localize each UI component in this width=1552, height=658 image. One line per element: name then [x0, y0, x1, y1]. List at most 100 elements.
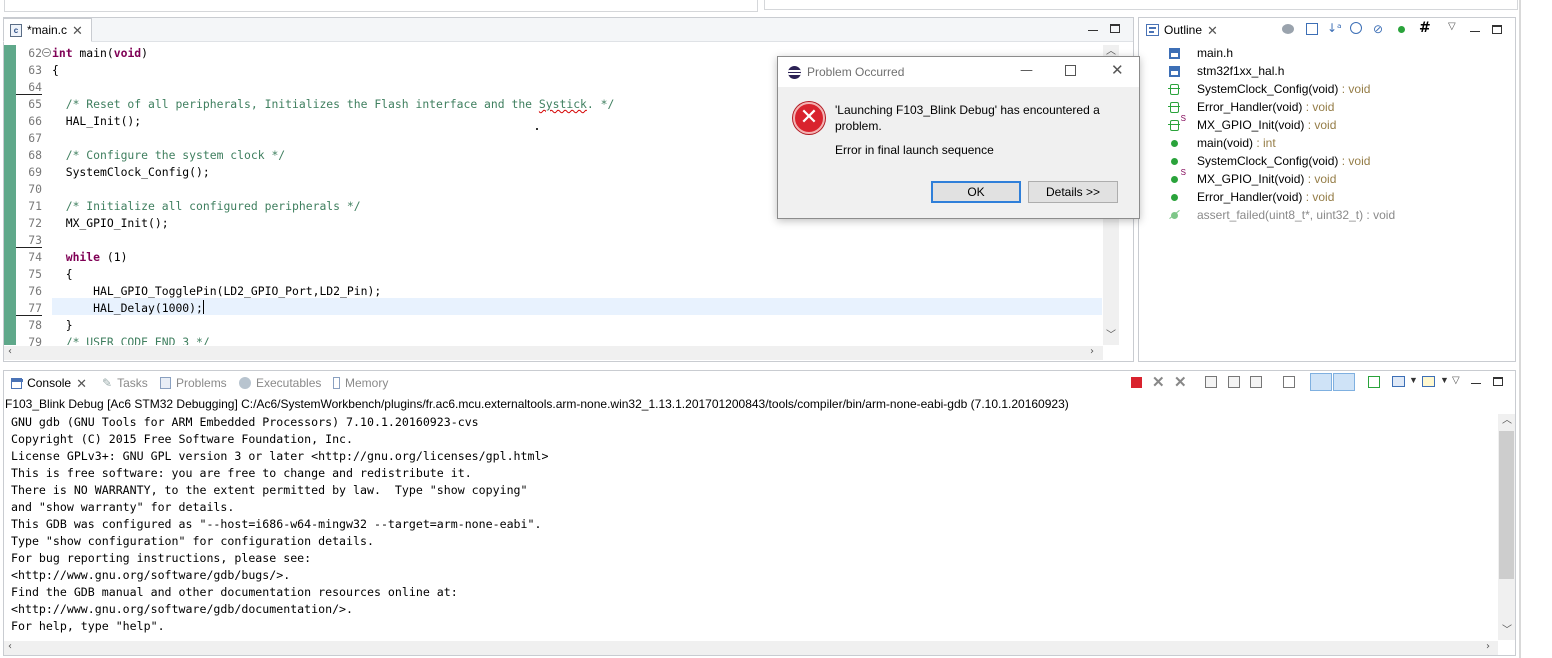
word-wrap-icon[interactable]	[1250, 376, 1262, 388]
outline-item-type: : void	[1304, 118, 1337, 132]
maximize-icon[interactable]	[1110, 24, 1120, 33]
line-number: 62	[28, 46, 42, 60]
tab-main-c[interactable]: c *main.c ✕	[3, 18, 92, 42]
tab-outline-label: Outline	[1164, 23, 1203, 37]
close-icon[interactable]: ✕	[76, 377, 87, 390]
hide-nonpublic-icon[interactable]: ⊘	[1373, 22, 1383, 36]
code-line-77: HAL_Delay(1000);	[52, 300, 204, 317]
fold-collapse-icon[interactable]: −	[42, 48, 51, 57]
collapse-all-icon[interactable]	[1306, 23, 1318, 35]
hide-static-icon[interactable]	[1350, 22, 1362, 34]
minimize-icon[interactable]	[1471, 374, 1481, 384]
tab-console[interactable]: Console ✕	[4, 371, 94, 395]
sort-icon[interactable]: ↓ᵃ	[1327, 21, 1342, 35]
close-icon[interactable]: ✕	[1111, 61, 1124, 79]
editor-horizontal-scrollbar[interactable]: ‹ ›	[4, 346, 1103, 360]
tab-tasks-label: Tasks	[117, 376, 148, 390]
view-menu-icon[interactable]: ▽	[1448, 21, 1456, 32]
clear-console-icon[interactable]	[1205, 376, 1217, 388]
outline-item[interactable]: Error_Handler(void) : void	[1168, 98, 1334, 116]
outline-item[interactable]: main.h	[1168, 44, 1233, 62]
hide-fields-icon[interactable]	[1282, 24, 1294, 34]
scroll-left-icon[interactable]: ‹	[8, 642, 12, 652]
code-line-77-text: HAL_Delay(1000);	[52, 301, 203, 315]
memory-icon	[333, 377, 340, 389]
editor-overview-gutter	[4, 45, 16, 345]
outline-item-label: main(void)	[1197, 136, 1254, 150]
outline-item[interactable]: S MX_GPIO_Init(void) : void	[1168, 114, 1337, 134]
open-console-icon[interactable]	[1368, 376, 1380, 388]
minimize-icon[interactable]	[1088, 21, 1098, 31]
close-icon[interactable]: ✕	[72, 24, 83, 37]
outline-item-label: assert_failed(uint8_t*, uint32_t) : void	[1197, 208, 1396, 222]
tab-outline[interactable]: Outline ✕	[1139, 18, 1229, 42]
ok-button[interactable]: OK	[931, 181, 1021, 203]
console-line: This is free software: you are free to c…	[11, 466, 472, 480]
outline-item-type: : void	[1302, 190, 1335, 204]
outline-item[interactable]: assert_failed(uint8_t*, uint32_t) : void	[1168, 206, 1395, 224]
pin-console-icon[interactable]	[1283, 376, 1295, 388]
scroll-lock-icon[interactable]	[1228, 376, 1240, 388]
maximize-icon[interactable]	[1065, 65, 1076, 76]
line-number: 68	[28, 148, 42, 162]
inactive-function-icon	[1168, 209, 1180, 221]
remove-launch-icon[interactable]: ✕	[1152, 373, 1165, 391]
scroll-down-icon[interactable]: ﹀	[1502, 626, 1512, 636]
outline-item-type: : void	[1302, 100, 1335, 114]
dialog-title-bar[interactable]: Problem Occurred — ✕	[778, 57, 1139, 87]
show-on-stdout-icon[interactable]	[1310, 373, 1332, 391]
header-file-icon	[1168, 65, 1180, 77]
green-dot-icon[interactable]	[1398, 26, 1405, 33]
line-number: 76	[28, 284, 42, 298]
scroll-right-icon[interactable]: ›	[1090, 347, 1094, 357]
code-line-66: HAL_Init();	[52, 114, 142, 128]
code-line-74: while (1)	[65, 250, 128, 264]
outline-item-label: stm32f1xx_hal.h	[1197, 64, 1285, 78]
dropdown-icon[interactable]: ▼	[1409, 375, 1418, 385]
minimize-icon[interactable]	[1470, 22, 1480, 32]
tab-console-label: Console	[27, 376, 72, 390]
remove-all-icon[interactable]: ✕	[1174, 373, 1187, 391]
outline-item[interactable]: stm32f1xx_hal.h	[1168, 62, 1284, 80]
scroll-up-icon[interactable]: ︿	[1502, 416, 1512, 426]
outline-item[interactable]: SystemClock_Config(void) : void	[1168, 80, 1370, 98]
outline-item-label: MX_GPIO_Init(void)	[1197, 172, 1305, 186]
console-scroll-thumb[interactable]	[1499, 431, 1514, 579]
outline-item[interactable]: S MX_GPIO_Init(void) : void	[1168, 168, 1336, 188]
maximize-icon[interactable]	[1492, 25, 1502, 34]
scroll-right-icon[interactable]: ›	[1486, 642, 1490, 652]
scroll-left-icon[interactable]: ‹	[8, 347, 12, 357]
static-function-prototype-icon: S	[1168, 114, 1186, 131]
terminate-icon[interactable]	[1131, 377, 1142, 388]
outline-item[interactable]: Error_Handler(void) : void	[1168, 188, 1334, 206]
details-button[interactable]: Details >>	[1028, 181, 1118, 203]
console-output[interactable]: GNU gdb (GNU Tools for ARM Embedded Proc…	[4, 414, 1498, 640]
tab-problems[interactable]: Problems	[160, 376, 227, 390]
console-toolbar: ✕ ✕ ▼ ▼ ▽	[1128, 373, 1518, 392]
view-menu-icon[interactable]: ▽	[1452, 375, 1460, 386]
console-line: Type "show configuration" for configurat…	[11, 534, 374, 548]
line-number: 63	[28, 63, 42, 77]
function-icon	[1168, 191, 1180, 203]
maximize-icon[interactable]	[1493, 377, 1503, 386]
show-on-stderr-icon[interactable]	[1333, 373, 1355, 391]
tab-executables[interactable]: Executables	[239, 376, 321, 390]
close-icon[interactable]: ✕	[1207, 24, 1218, 37]
tab-tasks[interactable]: ✎ Tasks	[102, 376, 148, 390]
display-console-icon[interactable]	[1392, 376, 1405, 387]
outline-item[interactable]: SystemClock_Config(void) : void	[1168, 152, 1370, 170]
window-right-edge	[1519, 0, 1521, 658]
outline-item[interactable]: main(void) : int	[1168, 134, 1276, 152]
gutter-rule-64	[16, 94, 42, 95]
dropdown-icon[interactable]: ▼	[1440, 375, 1449, 385]
console-vertical-scrollbar[interactable]: ︿ ﹀	[1498, 414, 1515, 640]
scroll-down-icon[interactable]: ﹀	[1106, 331, 1116, 341]
tab-memory[interactable]: Memory	[333, 376, 388, 390]
code-line-62: int main(void)	[52, 46, 149, 60]
new-console-icon[interactable]	[1422, 376, 1435, 387]
console-horizontal-scrollbar[interactable]: ‹ ›	[4, 641, 1498, 655]
function-icon	[1168, 137, 1180, 149]
outline-item-label: SystemClock_Config(void)	[1197, 154, 1339, 168]
grid-icon[interactable]: #	[1419, 20, 1431, 36]
minimize-icon[interactable]: —	[1020, 63, 1033, 78]
